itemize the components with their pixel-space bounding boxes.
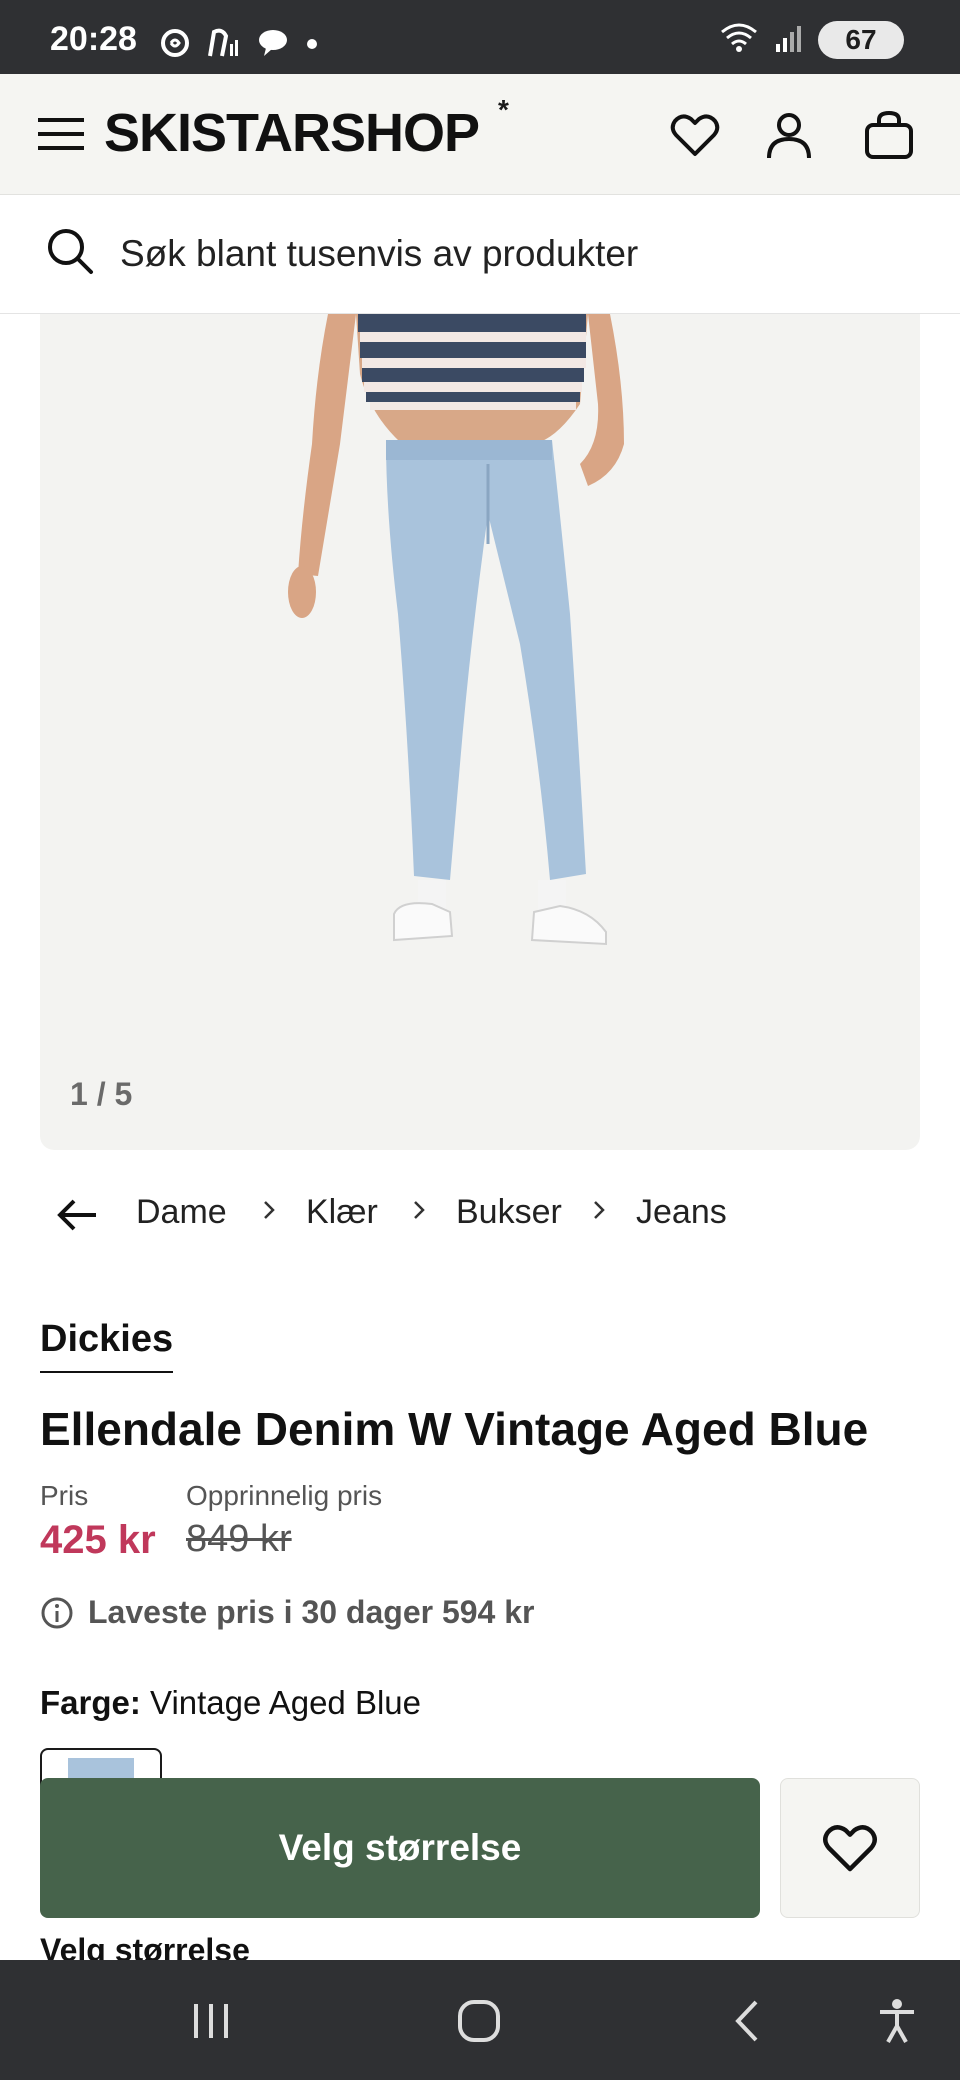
brand-link[interactable]: Dickies — [40, 1318, 174, 1373]
recent-apps-button[interactable] — [186, 1996, 236, 2046]
menu-button[interactable] — [38, 114, 86, 154]
status-bar: 20:28 67 — [0, 0, 960, 74]
product-title: Ellendale Denim W Vintage Aged Blue — [40, 1403, 869, 1455]
system-navigation-bar — [0, 1960, 960, 2080]
chevron-right-icon — [594, 1201, 605, 1219]
breadcrumb-item-jeans[interactable]: Jeans — [636, 1193, 727, 1232]
info-icon[interactable] — [40, 1596, 74, 1630]
accessibility-button[interactable] — [872, 1996, 922, 2046]
bag-icon — [865, 110, 913, 159]
site-header: SKISTARSHOP * — [0, 74, 960, 195]
breadcrumb-item-dame[interactable]: Dame — [136, 1193, 227, 1232]
home-icon — [458, 2000, 500, 2042]
battery-indicator: 67 — [818, 20, 904, 59]
cart-button[interactable] — [862, 108, 916, 162]
chevron-right-icon — [414, 1201, 425, 1219]
search-icon — [44, 225, 96, 277]
home-button[interactable] — [454, 1996, 504, 2046]
recent-apps-icon — [194, 2004, 228, 2038]
logo-star-mark: * — [498, 94, 509, 125]
color-value: Vintage Aged Blue — [150, 1684, 421, 1721]
account-button[interactable] — [762, 108, 816, 162]
skistarshop-logo[interactable]: SKISTARSHOP — [104, 102, 480, 164]
chat-bubble-icon — [256, 26, 290, 65]
notification-icons — [158, 26, 322, 65]
wishlist-button[interactable] — [668, 108, 722, 162]
original-price-label: Opprinnelig pris — [186, 1480, 383, 1511]
chevron-right-icon — [264, 1201, 275, 1219]
breadcrumb: Dame Klær Bukser Jeans — [0, 1185, 960, 1245]
price-label: Pris — [40, 1480, 89, 1511]
search-input[interactable]: Søk blant tusenvis av produkter — [120, 233, 638, 275]
battery-level: 67 — [845, 23, 877, 55]
wifi-icon — [718, 20, 760, 59]
product-photo — [288, 314, 624, 946]
menu-icon — [38, 118, 84, 150]
back-button[interactable] — [56, 1195, 100, 1235]
image-counter: 1 / 5 — [70, 1076, 133, 1112]
select-size-button[interactable]: Velg størrelse — [40, 1778, 760, 1918]
back-nav-button[interactable] — [724, 1996, 774, 2046]
dot-icon — [302, 26, 322, 65]
color-label: Farge: — [40, 1684, 141, 1721]
signal-icon — [774, 20, 804, 59]
back-icon — [735, 2000, 758, 2042]
add-to-wishlist-button[interactable] — [780, 1778, 920, 1918]
breadcrumb-item-bukser[interactable]: Bukser — [456, 1193, 562, 1232]
accessibility-icon — [880, 1999, 914, 2043]
heart-icon — [670, 114, 720, 156]
lowest-price-text: Laveste pris i 30 dager 594 kr — [88, 1594, 535, 1630]
product-image-gallery[interactable]: 1 / 5 — [40, 314, 920, 1150]
threads-icon — [158, 26, 192, 65]
heart-icon — [823, 1825, 877, 1872]
user-icon — [767, 113, 811, 159]
search-bar[interactable]: Søk blant tusenvis av produkter — [0, 195, 960, 314]
sale-price: 425 kr — [40, 1518, 156, 1562]
status-time: 20:28 — [50, 20, 137, 58]
lowest-price-note: Laveste pris i 30 dager 594 kr — [40, 1594, 534, 1631]
arrow-left-icon — [57, 1199, 96, 1231]
breadcrumb-item-klaer[interactable]: Klær — [306, 1193, 378, 1232]
color-row: Farge: Vintage Aged Blue — [40, 1684, 421, 1722]
original-price: 849 kr — [186, 1518, 292, 1560]
accessibility-notification-icon — [204, 26, 244, 65]
